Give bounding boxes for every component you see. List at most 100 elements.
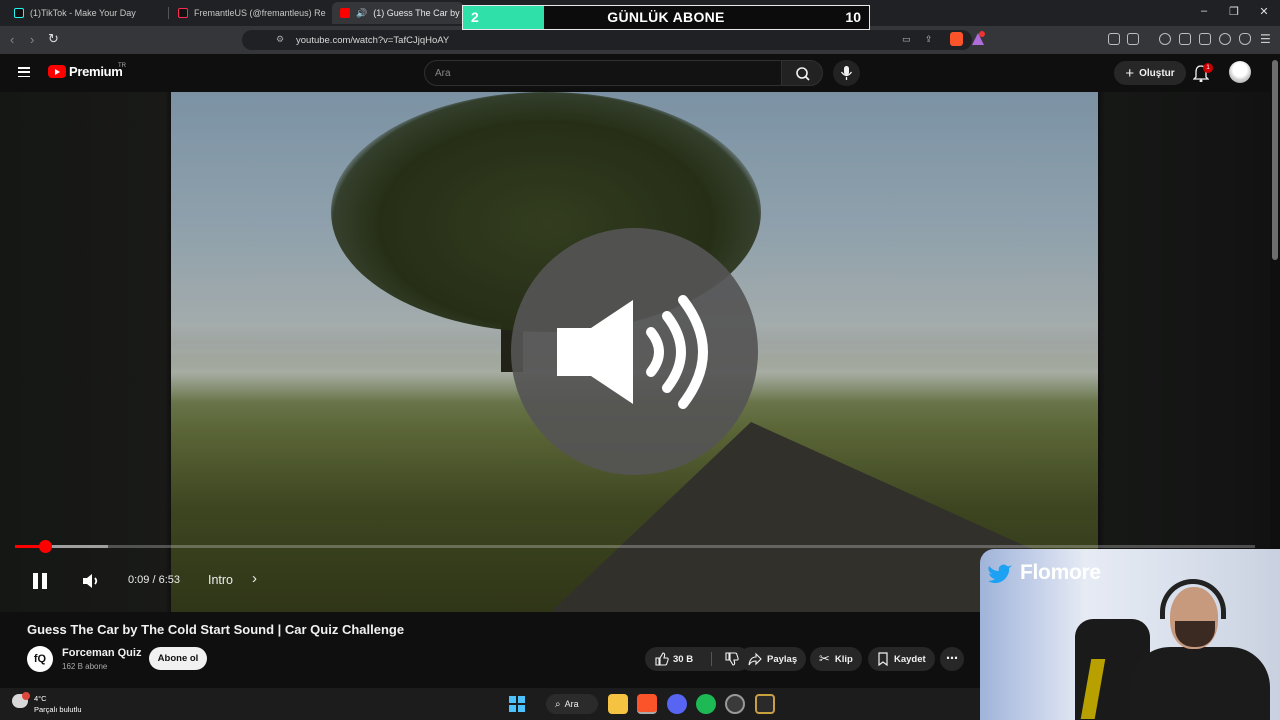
maximize-icon[interactable]: ❐ — [1226, 5, 1242, 18]
account-avatar[interactable] — [1229, 61, 1251, 83]
close-icon[interactable]: ✕ — [1256, 5, 1272, 18]
search-icon — [796, 67, 810, 81]
like-count: 30 B — [673, 653, 694, 665]
weather-description[interactable]: Parçalı bulutlu — [34, 705, 82, 714]
pause-icon[interactable] — [30, 571, 50, 591]
subscribe-button[interactable]: Abone ol — [149, 647, 207, 670]
leo-icon[interactable] — [1219, 33, 1231, 45]
rewards-badge — [979, 31, 985, 37]
tiktok-icon — [178, 8, 188, 18]
browser-address-bar: ‹ › ↻ ⚐ ⚙ youtube.com/watch?v=TafCJjqHoA… — [0, 26, 1280, 54]
create-label: Oluştur — [1139, 67, 1175, 79]
more-actions-button[interactable]: ⋯ — [940, 647, 964, 671]
youtube-logo-icon[interactable] — [48, 65, 66, 78]
thumbs-up-icon — [655, 652, 669, 666]
wallet-icon[interactable] — [1199, 33, 1211, 45]
streamer-name: Flomore — [1020, 561, 1101, 584]
share-arrow-icon — [748, 652, 762, 666]
share-button[interactable]: Paylaş — [739, 647, 807, 671]
file-explorer-icon[interactable] — [608, 694, 628, 714]
youtube-header: Premium TR Ara + Oluştur 1 — [0, 54, 1270, 92]
obs-icon[interactable] — [725, 694, 745, 714]
tab-label: FremantleUS (@fremantleus) Resmi — [194, 8, 326, 18]
extensions-icon[interactable] — [1108, 33, 1120, 45]
save-button[interactable]: Kaydet — [868, 647, 935, 671]
progress-bar[interactable] — [15, 545, 1255, 548]
menu-icon[interactable]: ☰ — [1260, 32, 1271, 46]
reload-icon[interactable]: ↻ — [48, 31, 59, 47]
screen: (1)TikTok - Make Your Day FremantleUS (@… — [0, 0, 1280, 720]
like-button[interactable]: 30 B — [645, 647, 709, 671]
webcam-person-body — [1130, 647, 1270, 720]
weather-alert-badge — [22, 692, 30, 700]
bookmark-save-icon — [878, 652, 888, 666]
channel-name[interactable]: Forceman Quiz — [62, 647, 141, 659]
counter-label: GÜNLÜK ABONE — [607, 9, 725, 25]
weather-temperature[interactable]: 4°C — [34, 694, 47, 703]
screenshot-icon[interactable] — [1127, 33, 1139, 45]
chevron-right-icon[interactable]: › — [252, 570, 257, 587]
spotify-icon[interactable] — [696, 694, 716, 714]
voice-search-button[interactable] — [833, 60, 860, 86]
tab-youtube[interactable]: 🔊 (1) Guess The Car by The Co — [332, 2, 464, 24]
volume-up-icon — [557, 295, 708, 409]
chapter-title[interactable]: Intro — [208, 573, 233, 587]
clip-button[interactable]: ✂ Klip — [810, 647, 862, 671]
subscriber-count: 162 B abone — [62, 662, 108, 671]
windows-start-icon[interactable] — [509, 696, 525, 712]
daily-subscriber-counter: 2 GÜNLÜK ABONE 10 — [462, 5, 870, 30]
url-field[interactable]: ⚙ youtube.com/watch?v=TafCJjqHoAY ▭ ⇪ — [242, 30, 972, 50]
search-button[interactable] — [781, 60, 823, 86]
league-client-icon[interactable] — [755, 694, 775, 714]
speaker-icon: 🔊 — [356, 7, 368, 18]
tab-fremantle[interactable]: FremantleUS (@fremantleus) Resmi — [170, 2, 326, 24]
notification-count-badge: 1 — [1203, 63, 1213, 73]
counter-goal: 10 — [845, 9, 861, 25]
tiktok-icon — [14, 8, 24, 18]
hamburger-menu-icon[interactable] — [18, 67, 30, 78]
share-label: Paylaş — [767, 653, 798, 665]
tab-label: (1)TikTok - Make Your Day — [30, 8, 136, 18]
scrollbar-thumb[interactable] — [1272, 60, 1278, 260]
forward-icon[interactable]: › — [30, 32, 34, 47]
scissors-icon: ✂ — [819, 651, 830, 666]
webcam-headset — [1160, 579, 1226, 619]
video-title: Guess The Car by The Cold Start Sound | … — [27, 622, 405, 637]
create-button[interactable]: + Oluştur — [1114, 61, 1186, 85]
url-text: youtube.com/watch?v=TafCJjqHoAY — [296, 35, 450, 46]
volume-icon[interactable] — [79, 569, 103, 593]
region-code: TR — [118, 63, 126, 69]
brave-browser-icon[interactable] — [637, 694, 657, 714]
like-dislike-group: 30 B — [645, 647, 750, 671]
share-icon[interactable]: ⇪ — [925, 34, 933, 45]
progress-scrubber-handle[interactable] — [39, 540, 52, 553]
back-icon[interactable]: ‹ — [10, 32, 14, 47]
clip-label: Klip — [834, 653, 853, 665]
sidebar-icon[interactable] — [1179, 33, 1191, 45]
site-settings-icon[interactable]: ⚙ — [276, 34, 284, 45]
save-label: Kaydet — [894, 653, 926, 665]
search-icon: ⌕ — [555, 698, 561, 710]
vpn-shield-icon[interactable] — [1239, 33, 1251, 45]
premium-brand[interactable]: Premium — [69, 64, 123, 79]
discord-icon[interactable] — [667, 694, 687, 714]
youtube-icon — [340, 8, 350, 18]
time-display: 0:09 / 6:53 — [128, 574, 180, 586]
tab-label: (1) Guess The Car by The Co — [373, 8, 464, 18]
like-divider — [711, 652, 712, 666]
tab-tiktok[interactable]: (1)TikTok - Make Your Day — [6, 2, 166, 24]
thumbs-down-icon — [725, 652, 739, 666]
windows-taskbar — [0, 688, 980, 720]
channel-avatar[interactable]: fQ — [27, 646, 53, 672]
brave-shield-icon[interactable] — [950, 32, 963, 46]
taskbar-search-label: Ara — [564, 699, 579, 709]
search-input[interactable]: Ara — [424, 60, 782, 86]
twitter-bird-icon — [988, 564, 1012, 584]
volume-up-indicator — [511, 228, 758, 475]
tab-divider — [168, 7, 169, 19]
cast-icon[interactable]: ▭ — [902, 34, 911, 45]
music-icon[interactable] — [1159, 33, 1171, 45]
plus-icon: + — [1125, 64, 1135, 82]
minimize-icon[interactable]: – — [1196, 5, 1212, 17]
taskbar-search-button[interactable]: ⌕ Ara — [546, 694, 598, 714]
